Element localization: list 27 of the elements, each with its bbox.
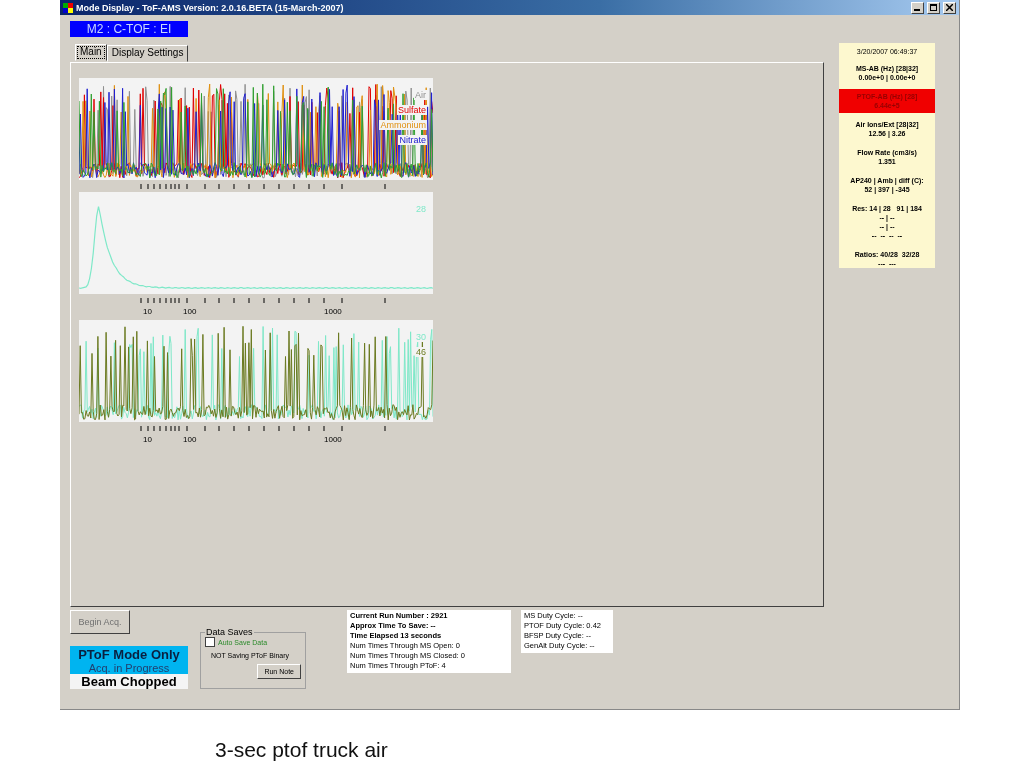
legend-label: Sulfate [396, 105, 427, 115]
window-title: Mode Display - ToF-AMS Version: 2.0.16.BETA (15-March-2007) [76, 2, 345, 13]
tick-label: 10 [143, 435, 152, 444]
legend-label: Ammonium [379, 120, 427, 130]
mode-status-text: PToF Mode Only [78, 646, 180, 662]
app-icon [63, 2, 73, 13]
legend-label: 30 [415, 332, 427, 342]
maximize-icon[interactable] [927, 1, 940, 14]
tick-label: 100 [183, 435, 197, 444]
auto-save-checkbox[interactable] [205, 637, 215, 647]
legend-label: 46 [415, 347, 427, 357]
legend-label: 28 [415, 204, 427, 214]
tab[interactable]: Main [75, 44, 107, 61]
minimize-icon[interactable] [911, 1, 924, 14]
legend-label: Nitrate [398, 135, 427, 145]
tick-label: 100 [183, 307, 197, 316]
beam-status-text: Beam Chopped [70, 674, 188, 689]
tick-label: 1000 [324, 307, 342, 316]
group-title: Data Saves [205, 627, 254, 637]
mode-label: M2 : C-TOF : EI [70, 21, 188, 37]
tick-label: 10 [143, 307, 152, 316]
tab[interactable]: Display Settings [106, 45, 189, 62]
caption: 3-sec ptof truck air [215, 738, 388, 762]
acquisition-status-text: Acq. in Progress [88, 662, 170, 674]
close-icon[interactable] [943, 1, 956, 14]
tick-label: 1000 [324, 435, 342, 444]
legend-label: Air [414, 90, 427, 100]
